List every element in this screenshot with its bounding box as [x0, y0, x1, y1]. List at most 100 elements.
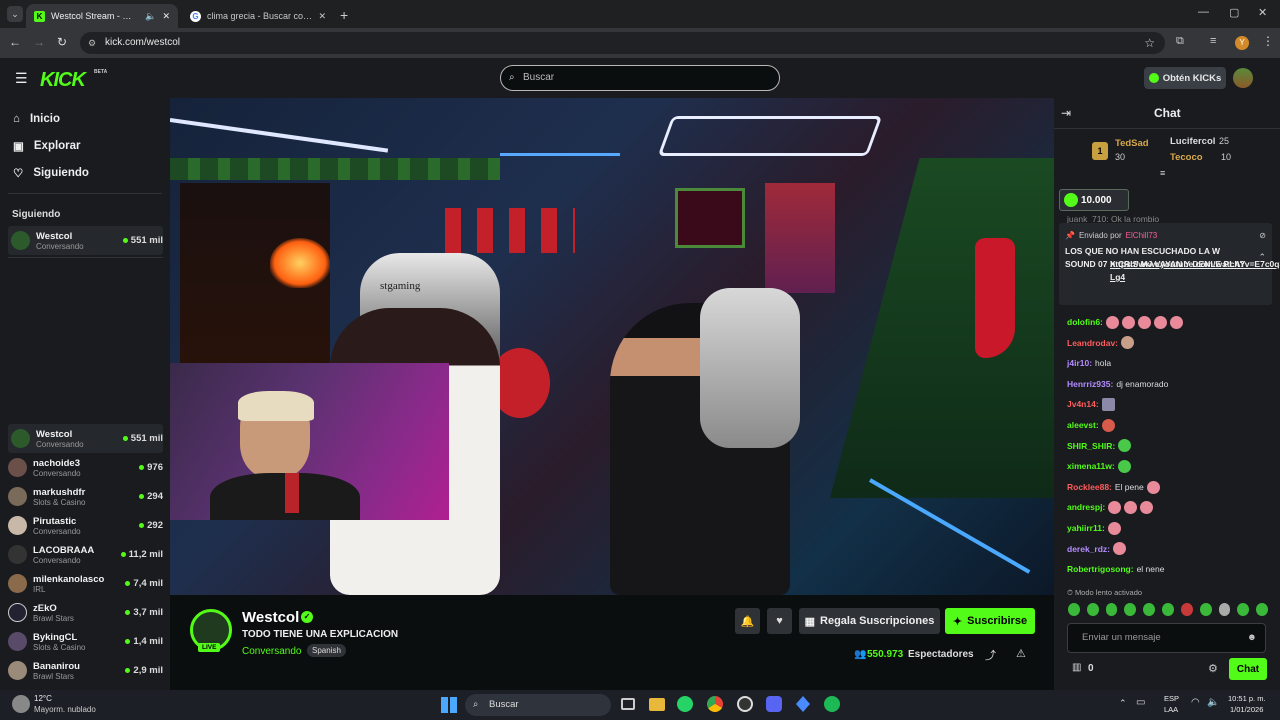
emote-icon[interactable]: [1068, 603, 1080, 616]
extensions-icon[interactable]: ⧉: [1176, 35, 1184, 48]
chat-username[interactable]: ximena11w:: [1067, 456, 1115, 477]
media-icon[interactable]: ≡: [1210, 35, 1216, 47]
channel-pirutastic[interactable]: Pirutastic Conversando 292: [8, 511, 163, 540]
send-chat-button[interactable]: Chat: [1229, 658, 1267, 680]
wifi-icon[interactable]: ◠: [1191, 697, 1200, 708]
weather-icon[interactable]: [12, 695, 30, 713]
subscribe-button[interactable]: ✦ Suscribirse: [945, 608, 1035, 634]
notification-bell-button[interactable]: 🔔: [735, 608, 760, 634]
obs-icon[interactable]: [737, 696, 753, 712]
profile-avatar[interactable]: Y: [1235, 36, 1249, 50]
chat-username[interactable]: Robertrigosong:: [1067, 559, 1134, 580]
tab-google[interactable]: G clima grecia - Buscar con Goog… ✕: [182, 4, 334, 28]
emote-icon[interactable]: [1143, 603, 1156, 616]
chrome-icon[interactable]: [707, 696, 723, 712]
channel-bykingcl[interactable]: BykingCL Slots & Casino 1,4 mil: [8, 627, 163, 656]
stream-category[interactable]: Conversando: [242, 646, 301, 657]
chat-username[interactable]: Leandrodav:: [1067, 333, 1118, 354]
spotify-icon[interactable]: [824, 696, 840, 712]
get-kicks-button[interactable]: Obtén KICKs: [1144, 67, 1226, 89]
bookmark-star-icon[interactable]: ☆: [1144, 32, 1155, 54]
search-input[interactable]: ⌕ Buscar: [500, 65, 780, 91]
expand-leaderboard-icon[interactable]: ≡: [1160, 168, 1165, 178]
hamburger-menu-icon[interactable]: ☰: [15, 70, 28, 87]
minimize-icon[interactable]: —: [1198, 6, 1209, 18]
following-channel-westcol[interactable]: Westcol Conversando 551 mil: [8, 226, 163, 255]
emote-icon[interactable]: [1105, 603, 1118, 616]
reload-icon[interactable]: ↻: [57, 35, 67, 49]
chat-username[interactable]: SHIR_SHIR:: [1067, 436, 1115, 457]
chat-username[interactable]: aleevst:: [1067, 415, 1099, 436]
chat-username[interactable]: Henrriz935:: [1067, 374, 1113, 395]
chat-username[interactable]: dolofin6:: [1067, 312, 1103, 333]
whatsapp-icon[interactable]: [677, 696, 693, 712]
tray-chevron-icon[interactable]: ⌃: [1119, 698, 1127, 709]
emote-icon[interactable]: [1218, 603, 1231, 616]
site-info-icon[interactable]: ⚙: [88, 32, 96, 54]
chat-username[interactable]: j4ir10:: [1067, 353, 1092, 374]
maximize-icon[interactable]: ▢: [1229, 6, 1239, 19]
chat-username[interactable]: yahiirr11:: [1067, 518, 1105, 539]
audio-icon[interactable]: 🔈: [145, 11, 156, 22]
file-explorer-icon[interactable]: [649, 698, 665, 711]
follow-heart-button[interactable]: ♥: [767, 608, 792, 634]
chat-username[interactable]: Rocklee88:: [1067, 477, 1112, 498]
close-window-icon[interactable]: ✕: [1258, 6, 1267, 19]
user-avatar[interactable]: [1233, 68, 1253, 88]
tab-search-icon[interactable]: ⌄: [7, 6, 23, 22]
tab-westcol[interactable]: K Westcol Stream - Watch Liv… 🔈 ✕: [26, 4, 178, 28]
kick-logo[interactable]: KICK: [40, 69, 86, 92]
chat-username[interactable]: Jv4n14:: [1067, 394, 1099, 415]
emote-icon[interactable]: [1237, 603, 1250, 616]
emote-icon[interactable]: [1162, 603, 1174, 616]
channel-bananirou[interactable]: Bananirou Brawl Stars 2,9 mil: [8, 656, 163, 685]
network-icon[interactable]: ▭: [1136, 697, 1145, 708]
url-field[interactable]: ⚙ kick.com/westcol ☆: [80, 32, 1165, 54]
language-badge[interactable]: Spanish: [307, 644, 346, 657]
channel-markushdfr[interactable]: markushdfr Slots & Casino 294: [8, 482, 163, 511]
channel-westcol[interactable]: Westcol Conversando 551 mil: [8, 424, 163, 453]
pinned-link[interactable]: https://www.youtube.com/watch?v=E7c0q3GG…: [1110, 258, 1280, 284]
menu-dots-icon[interactable]: ⋮: [1262, 34, 1274, 48]
chat-username[interactable]: andrespj:: [1067, 497, 1105, 518]
volume-icon[interactable]: 🔈: [1207, 697, 1219, 708]
back-icon[interactable]: ←: [9, 35, 21, 49]
task-view-icon[interactable]: [621, 698, 635, 710]
discord-icon[interactable]: [766, 696, 782, 712]
streamer-name[interactable]: Westcol: [242, 609, 299, 626]
unpin-icon[interactable]: ⊘: [1259, 229, 1266, 242]
chat-message-input[interactable]: Enviar un mensaje ☻: [1067, 623, 1266, 653]
sidebar-item-inicio[interactable]: ⌂ Inicio: [0, 105, 170, 132]
emote-icon[interactable]: [1199, 603, 1212, 616]
emote-icon[interactable]: [1180, 603, 1193, 616]
report-icon[interactable]: ⚠: [1016, 647, 1026, 660]
chat-username[interactable]: derek_rdz:: [1067, 539, 1110, 560]
video-player[interactable]: stgaming: [170, 98, 1054, 595]
lang-top[interactable]: ESP: [1164, 694, 1179, 703]
emoji-picker-icon[interactable]: ☻: [1247, 624, 1257, 652]
close-tab-icon[interactable]: ✕: [162, 11, 170, 22]
collapse-pinned-icon[interactable]: ⌃: [1258, 251, 1266, 264]
app-icon[interactable]: [796, 696, 810, 712]
close-tab-icon[interactable]: ✕: [318, 11, 326, 22]
clock-time[interactable]: 10:51 p. m.: [1228, 694, 1266, 703]
channel-zeko[interactable]: zEkO Brawl Stars 3,7 mil: [8, 598, 163, 627]
share-icon[interactable]: ⤴: [985, 647, 996, 663]
kicks-wallet-icon[interactable]: ▥: [1072, 662, 1081, 673]
collapse-chat-icon[interactable]: ⇥: [1061, 106, 1071, 120]
gift-subs-button[interactable]: ▦ Regala Suscripciones: [799, 608, 940, 634]
sidebar-item-siguiendo[interactable]: ♡ Siguiendo: [0, 159, 170, 186]
emote-icon[interactable]: [1086, 603, 1099, 616]
new-tab-icon[interactable]: +: [340, 7, 348, 23]
forward-icon[interactable]: →: [33, 35, 45, 49]
emote-icon[interactable]: [1124, 603, 1137, 616]
kicks-gift-pill[interactable]: 10.000: [1059, 189, 1129, 211]
chat-settings-icon[interactable]: ⚙: [1208, 662, 1218, 675]
emote-icon[interactable]: [1256, 603, 1268, 616]
taskbar-search[interactable]: ⌕ Buscar: [465, 694, 611, 716]
channel-nachoide3[interactable]: nachoide3 Conversando 976: [8, 453, 163, 482]
channel-milenkanolasco[interactable]: milenkanolasco IRL 7,4 mil: [8, 569, 163, 598]
windows-start-icon[interactable]: [441, 697, 457, 713]
channel-lacobraaa[interactable]: LACOBRAAA Conversando 11,2 mil: [8, 540, 163, 569]
sidebar-item-explorar[interactable]: ▣ Explorar: [0, 132, 170, 159]
